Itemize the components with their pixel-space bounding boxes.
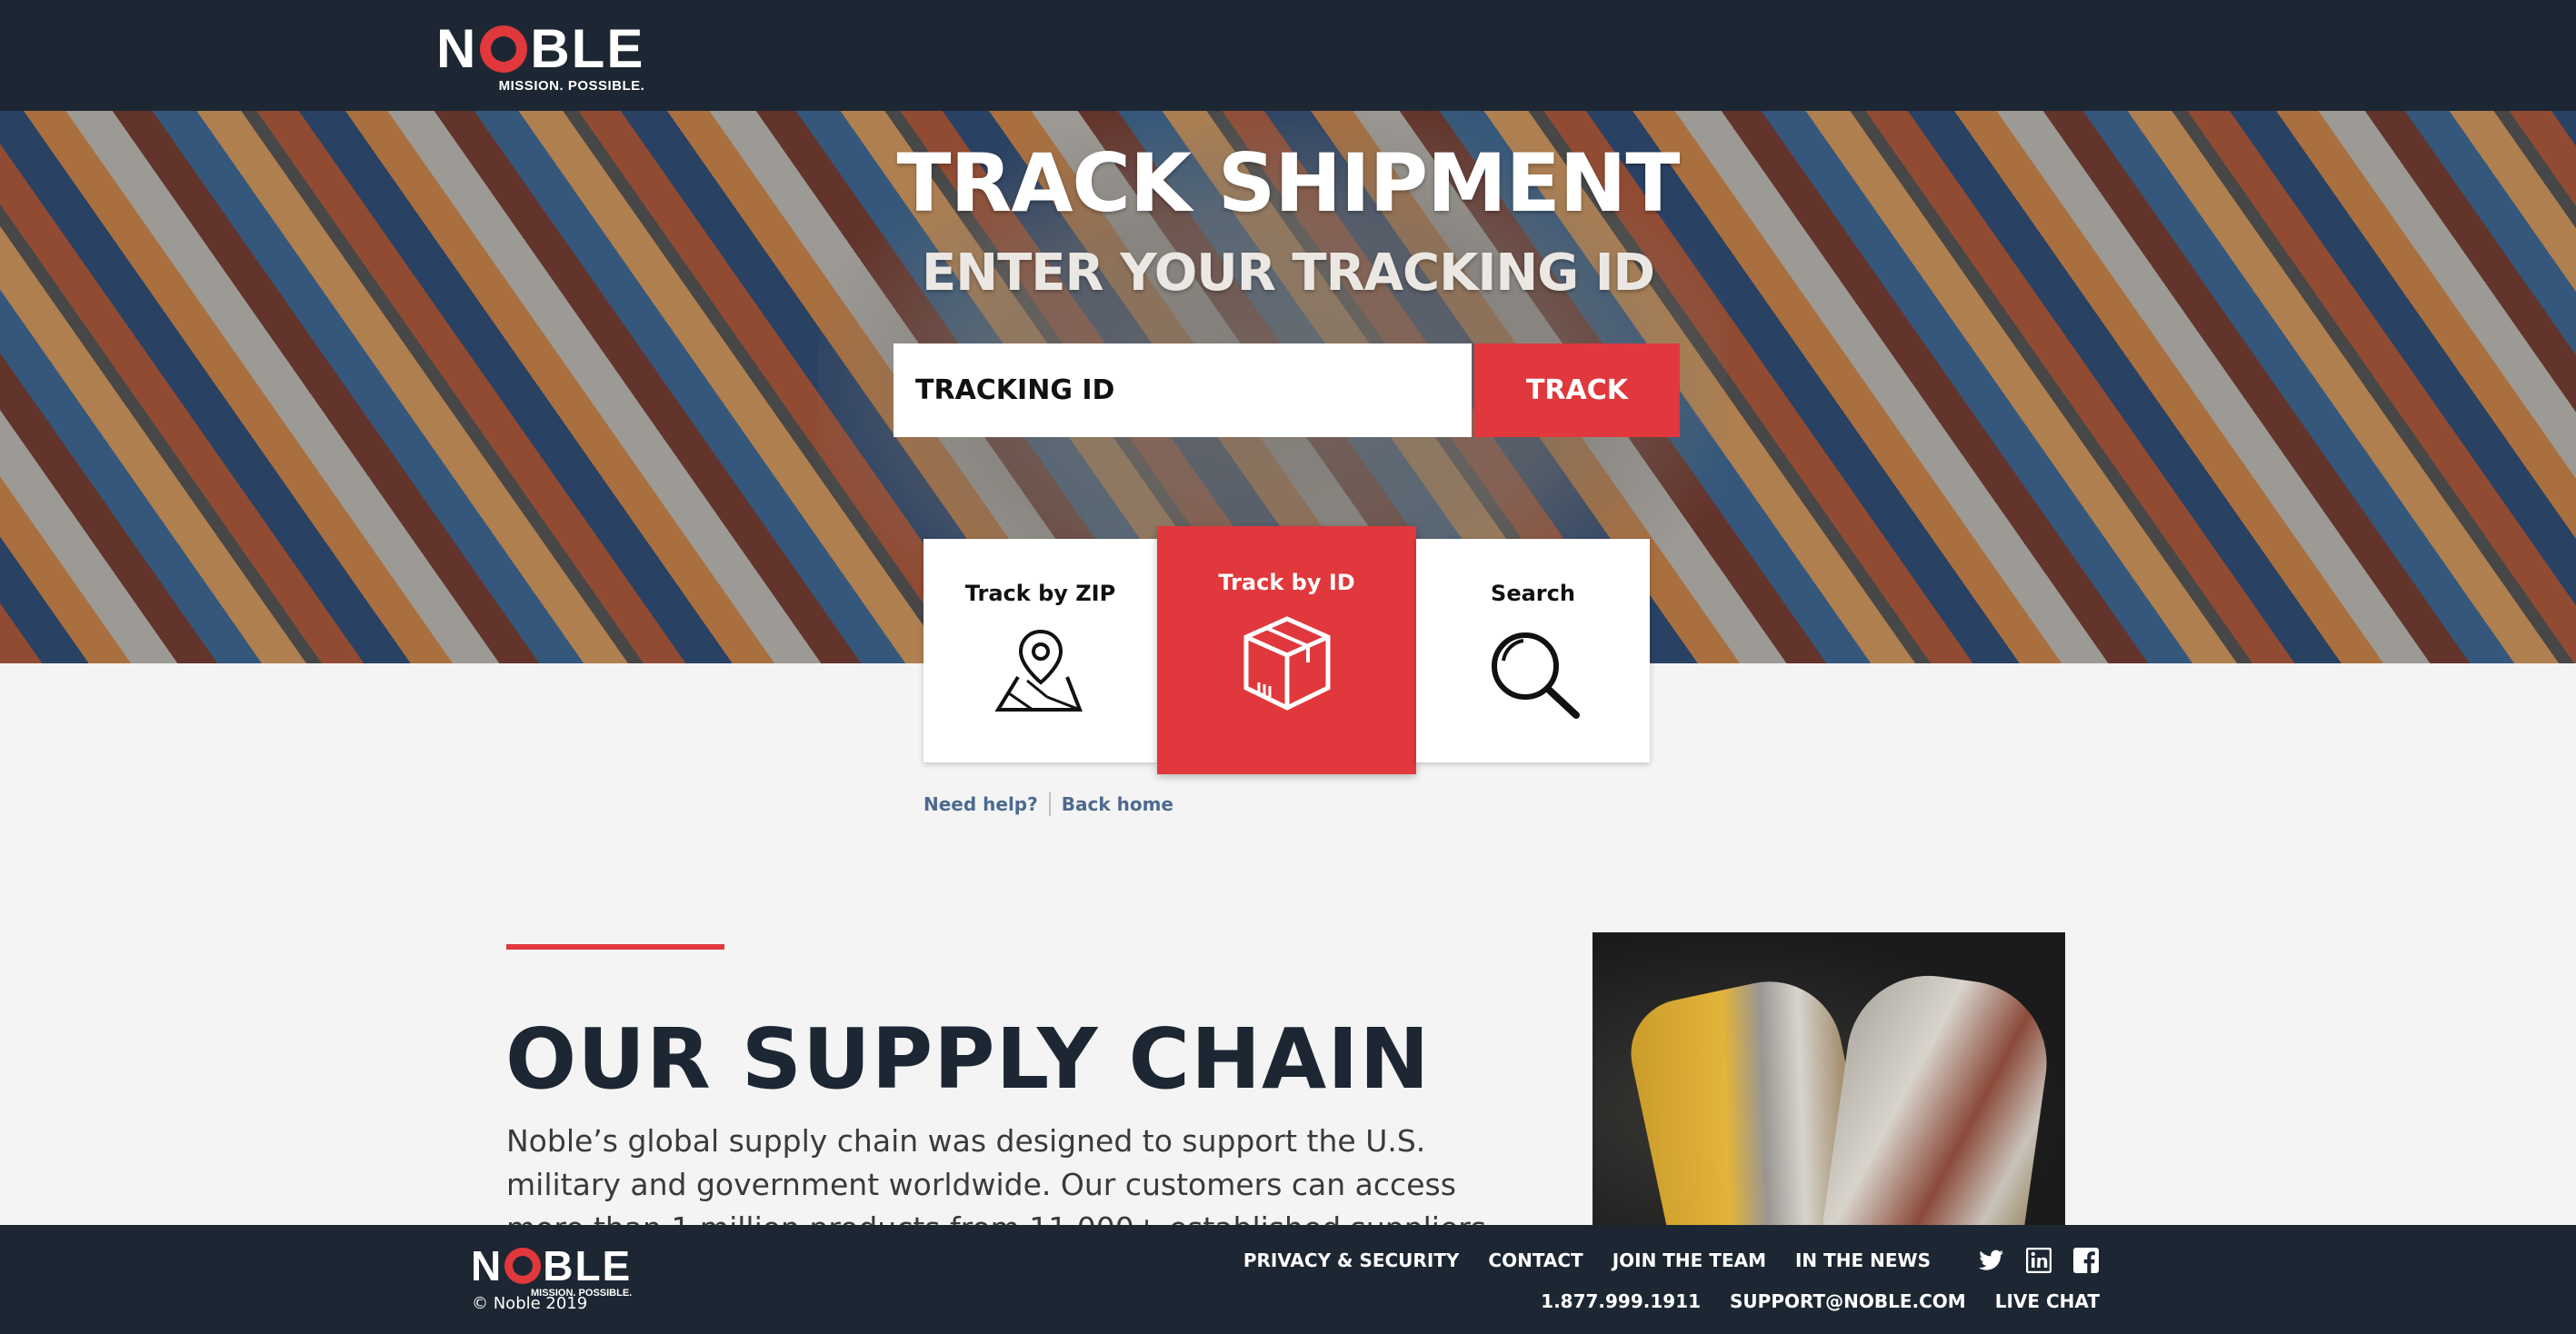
track-by-id-card[interactable]: Track by ID — [1157, 526, 1416, 774]
section-title: OUR SUPPLY CHAIN — [505, 1010, 1431, 1108]
footer-link-privacy[interactable]: PRIVACY & SECURITY — [1243, 1249, 1460, 1271]
tracking-id-input[interactable] — [894, 343, 1472, 437]
package-box-icon — [1243, 616, 1330, 711]
map-pin-icon — [993, 629, 1083, 712]
footer-link-join-team[interactable]: JOIN THE TEAM — [1612, 1249, 1766, 1271]
footer-contact: 1.877.999.1911 SUPPORT@NOBLE.COM LIVE CH… — [1541, 1290, 2100, 1312]
gloved-hands-photo — [1593, 932, 2065, 1232]
footer-logo-letters-ble: BLE — [543, 1242, 633, 1289]
footer-noble-logo[interactable]: N BLE MISSION. POSSIBLE. — [471, 1245, 632, 1299]
need-help-link[interactable]: Need help? — [924, 793, 1038, 815]
grey-glove-shape — [1818, 965, 2058, 1232]
footer: N BLE MISSION. POSSIBLE. © Noble 2019 PR… — [0, 1225, 2576, 1334]
search-label: Search — [1491, 581, 1575, 606]
hero-subtitle: ENTER YOUR TRACKING ID — [921, 244, 1655, 303]
section-accent-line — [506, 944, 724, 950]
track-button[interactable]: TRACK — [1474, 343, 1680, 437]
logo-letters-ble: BLE — [530, 18, 645, 79]
track-by-zip-label: Track by ZIP — [964, 581, 1116, 606]
linkedin-icon[interactable] — [2025, 1247, 2052, 1274]
footer-logo-wordmark: N BLE — [471, 1245, 632, 1287]
logo-wordmark: N BLE — [436, 22, 644, 76]
footer-logo-letter-n: N — [471, 1242, 504, 1289]
link-divider — [1048, 792, 1051, 816]
search-card[interactable]: Search — [1416, 539, 1650, 762]
back-home-link[interactable]: Back home — [1062, 793, 1173, 815]
footer-link-contact[interactable]: CONTACT — [1488, 1249, 1583, 1271]
footer-email-link[interactable]: SUPPORT@NOBLE.COM — [1730, 1290, 1966, 1312]
footer-live-chat-link[interactable]: LIVE CHAT — [1995, 1290, 2100, 1312]
help-links: Need help? Back home — [924, 792, 1173, 816]
logo-tagline: MISSION. POSSIBLE. — [498, 78, 645, 94]
facebook-icon[interactable] — [2072, 1247, 2100, 1274]
footer-link-in-the-news[interactable]: IN THE NEWS — [1795, 1249, 1931, 1271]
footer-nav: PRIVACY & SECURITY CONTACT JOIN THE TEAM… — [1243, 1247, 2100, 1274]
hero-title: TRACK SHIPMENT — [896, 136, 1681, 230]
copyright-text: © Noble 2019 — [472, 1294, 588, 1313]
track-by-id-label: Track by ID — [1218, 570, 1355, 595]
logo-letter-n: N — [436, 18, 478, 79]
track-by-zip-card[interactable]: Track by ZIP — [924, 539, 1157, 762]
twitter-icon[interactable] — [1978, 1247, 2005, 1274]
logo-o-swoosh-icon — [480, 25, 528, 73]
magnifier-icon — [1491, 632, 1580, 719]
noble-logo[interactable]: N BLE MISSION. POSSIBLE. — [436, 22, 645, 95]
footer-phone-link[interactable]: 1.877.999.1911 — [1541, 1290, 1701, 1312]
top-header: N BLE MISSION. POSSIBLE. — [0, 0, 2576, 111]
section-body: Noble’s global supply chain was designed… — [506, 1123, 1487, 1229]
footer-logo-o-swoosh-icon — [504, 1248, 542, 1284]
social-links — [1978, 1247, 2100, 1274]
